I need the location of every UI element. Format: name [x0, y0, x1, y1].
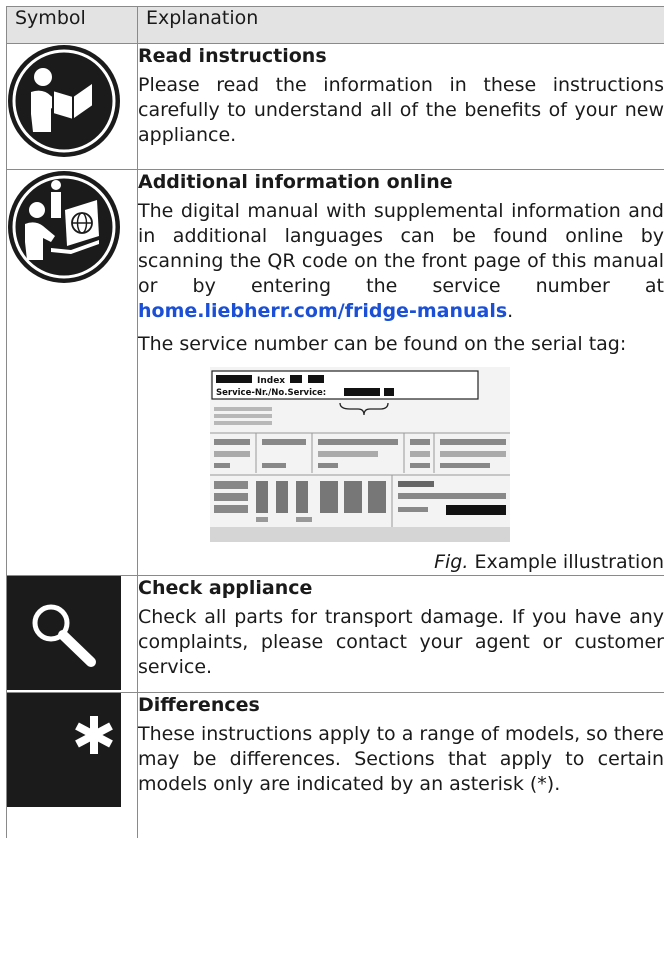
read-instructions-icon [8, 45, 120, 157]
symbol-cell [6, 575, 138, 693]
row-title: Check appliance [138, 577, 313, 599]
explanation-cell: Additional information online The digita… [137, 169, 664, 576]
row-text: The digital manual with supplemental inf… [138, 200, 664, 322]
row-title: Additional information online [138, 171, 453, 193]
serial-index-label: Index [257, 376, 285, 386]
header-explanation: Explanation [137, 6, 664, 44]
symbol-table: Symbol Explanation Read instructions Ple… [6, 6, 664, 838]
serial-tag-image: Index Service-Nr./No.Service: [210, 367, 510, 542]
asterisk-icon [7, 693, 121, 807]
table-row: Differences These instructions apply to … [6, 692, 664, 838]
table-row: Check appliance Check all parts for tran… [6, 575, 664, 693]
table-row: Additional information online The digita… [6, 169, 664, 576]
symbol-cell [6, 169, 138, 576]
explanation-cell: Read instructions Please read the inform… [137, 43, 664, 170]
online-info-icon [8, 171, 120, 283]
symbol-cell [6, 692, 138, 838]
figure-caption: Fig. Example illustration [434, 551, 664, 573]
row-text: These instructions apply to a range of m… [138, 723, 664, 795]
header-symbol: Symbol [6, 6, 138, 44]
row-title: Differences [138, 694, 260, 716]
row-title: Read instructions [138, 45, 327, 67]
symbol-cell [6, 43, 138, 170]
table-header-row: Symbol Explanation [6, 6, 664, 44]
row-text: Check all parts for transport damage. If… [138, 606, 664, 678]
row-text-2: The service number can be found on the s… [138, 333, 627, 355]
row-text: Please read the information in these ins… [138, 74, 664, 146]
manuals-link[interactable]: home.liebherr.com/fridge-manuals [138, 300, 507, 322]
explanation-cell: Check appliance Check all parts for tran… [137, 575, 664, 693]
serial-tag-figure: Index Service-Nr./No.Service: [138, 367, 664, 542]
explanation-cell: Differences These instructions apply to … [137, 692, 664, 838]
table-row: Read instructions Please read the inform… [6, 43, 664, 170]
magnifier-icon [7, 576, 121, 690]
serial-service-label: Service-Nr./No.Service: [216, 388, 326, 398]
